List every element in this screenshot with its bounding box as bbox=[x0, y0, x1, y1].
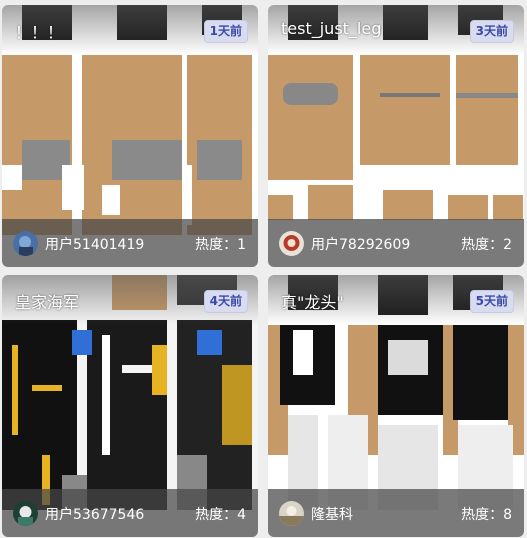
card-title-bar: ！！！ 1天前 bbox=[2, 5, 258, 55]
card-footer: 隆基科 热度：8 bbox=[268, 489, 524, 537]
username[interactable]: 用户51401419 bbox=[45, 234, 144, 254]
skin-title: 真"龙头" bbox=[281, 293, 344, 312]
skin-title: ！！！ bbox=[15, 23, 64, 42]
skin-card[interactable]: 真"龙头" 5天前 隆基科 热度：8 bbox=[268, 275, 524, 537]
card-footer: 用户53677546 热度：4 bbox=[2, 489, 258, 537]
username[interactable]: 隆基科 bbox=[311, 504, 353, 524]
avatar-icon[interactable] bbox=[279, 501, 304, 526]
time-badge: 4天前 bbox=[203, 290, 248, 313]
heat-count: 热度：8 bbox=[461, 504, 512, 524]
username[interactable]: 用户78292609 bbox=[311, 234, 410, 254]
card-title-bar: test_just_leg 3天前 bbox=[268, 5, 524, 55]
skin-title: test_just_leg bbox=[281, 19, 382, 38]
skin-card[interactable]: test_just_leg 3天前 用户78292609 热度：2 bbox=[268, 5, 524, 267]
heat-value: 1 bbox=[237, 237, 246, 253]
heat-label: 热度： bbox=[195, 237, 238, 253]
heat-count: 热度：1 bbox=[195, 234, 246, 254]
heat-value: 8 bbox=[503, 507, 512, 523]
card-footer: 用户78292609 热度：2 bbox=[268, 219, 524, 267]
time-badge: 5天前 bbox=[469, 290, 514, 313]
skin-title: 皇家海军 bbox=[15, 293, 80, 312]
heat-label: 热度： bbox=[195, 507, 238, 523]
avatar-icon[interactable] bbox=[13, 501, 38, 526]
time-badge: 1天前 bbox=[203, 20, 248, 43]
card-title-bar: 皇家海军 4天前 bbox=[2, 275, 258, 325]
card-title-bar: 真"龙头" 5天前 bbox=[268, 275, 524, 325]
heat-count: 热度：2 bbox=[461, 234, 512, 254]
time-badge: 3天前 bbox=[469, 20, 514, 43]
heat-value: 2 bbox=[503, 237, 512, 253]
heat-label: 热度： bbox=[461, 507, 504, 523]
card-footer: 用户51401419 热度：1 bbox=[2, 219, 258, 267]
heat-count: 热度：4 bbox=[195, 504, 246, 524]
heat-value: 4 bbox=[237, 507, 246, 523]
skin-card[interactable]: ！！！ 1天前 用户51401419 热度：1 bbox=[2, 5, 258, 267]
avatar-icon[interactable] bbox=[279, 231, 304, 256]
skin-card[interactable]: 皇家海军 4天前 用户53677546 热度：4 bbox=[2, 275, 258, 537]
avatar-icon[interactable] bbox=[13, 231, 38, 256]
heat-label: 热度： bbox=[461, 237, 504, 253]
username[interactable]: 用户53677546 bbox=[45, 504, 144, 524]
